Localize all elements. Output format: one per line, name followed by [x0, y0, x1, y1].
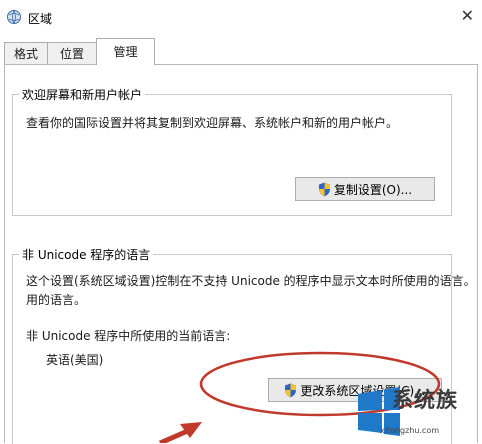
tab-format[interactable]: 格式 [4, 42, 48, 64]
current-language-value: 英语(美国) [46, 353, 104, 367]
non-unicode-group-title: 非 Unicode 程序的语言 [19, 246, 154, 263]
tab-location[interactable]: 位置 [47, 42, 97, 64]
uac-shield-icon [285, 383, 297, 397]
welcome-description: 查看你的国际设置并将其复制到欢迎屏幕、系统帐户和新的用户帐户。 [26, 116, 399, 130]
non-unicode-description-line2: 用的语言。 [26, 293, 87, 307]
non-unicode-group: 非 Unicode 程序的语言 这个设置(系统区域设置)控制在不支持 Unico… [12, 246, 476, 444]
watermark-url: xitongzhu.com [380, 426, 440, 435]
window-title: 区域 [28, 12, 53, 26]
current-language-label: 非 Unicode 程序中所使用的当前语言: [26, 329, 231, 343]
copy-settings-button[interactable]: 复制设置(O)... [295, 177, 435, 201]
welcome-group-title: 欢迎屏幕和新用户帐户 [19, 86, 146, 103]
tab-administrative[interactable]: 管理 [96, 38, 155, 65]
copy-settings-label: 复制设置(O)... [333, 182, 413, 197]
welcome-screen-group: 欢迎屏幕和新用户帐户 查看你的国际设置并将其复制到欢迎屏幕、系统帐户和新的用户帐… [12, 86, 452, 216]
non-unicode-description-line1: 这个设置(系统区域设置)控制在不支持 Unicode 的程序中显示文本时所使用的… [26, 274, 476, 288]
title-bar: 区域 ✕ [0, 0, 482, 32]
uac-shield-icon [318, 182, 330, 196]
watermark-text: 系统族 [392, 387, 458, 412]
region-globe-icon [7, 10, 21, 24]
close-icon[interactable]: ✕ [461, 6, 474, 25]
